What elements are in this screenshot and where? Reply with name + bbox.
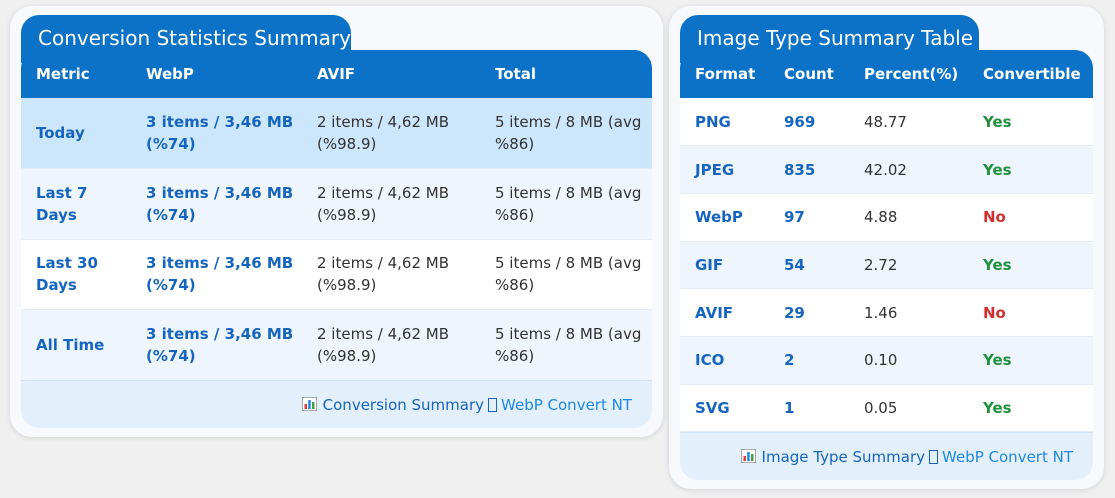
- percent-cell: 0.05: [864, 398, 898, 417]
- image-type-card: Format Count Percent(%) Convertible PNG 9…: [680, 50, 1093, 480]
- avif-cell: 2 items / 4,62 MB (%98.9): [317, 254, 450, 295]
- image-type-table: Format Count Percent(%) Convertible PNG 9…: [680, 50, 1093, 432]
- footer-brand: WebP Convert NT: [942, 448, 1073, 466]
- count-cell: 835: [784, 160, 816, 179]
- bar-chart-icon: [740, 449, 756, 463]
- percent-cell: 4.88: [864, 208, 898, 227]
- count-cell: 54: [784, 255, 805, 274]
- conversion-statistics-table: Metric WebP AVIF Total Today 3 items / 3,…: [21, 50, 652, 381]
- percent-cell: 1.46: [864, 303, 898, 322]
- format-cell: WebP: [695, 208, 743, 227]
- column-header-convertible: Convertible: [983, 65, 1081, 83]
- convertible-cell: Yes: [983, 398, 1012, 417]
- table-row: GIF 54 2.72 Yes: [680, 241, 1093, 289]
- webp-cell: 3 items / 3,46 MB (%74): [146, 183, 294, 224]
- convertible-cell: Yes: [983, 255, 1012, 274]
- count-cell: 969: [784, 112, 816, 131]
- count-cell: 29: [784, 303, 805, 322]
- format-cell: ICO: [695, 351, 725, 370]
- table-row: PNG 969 48.77 Yes: [680, 98, 1093, 146]
- table-row: ICO 2 0.10 Yes: [680, 336, 1093, 385]
- count-cell: 97: [784, 208, 805, 227]
- table-row: Last 30 Days 3 items / 3,46 MB (%74) 2 ite…: [21, 239, 652, 310]
- table-row: Last 7 Days 3 items / 3,46 MB (%74) 2 item…: [21, 168, 652, 239]
- convertible-cell: No: [983, 303, 1006, 322]
- total-cell: 5 items / 8 MB (avg %86): [495, 324, 642, 365]
- format-cell: AVIF: [695, 303, 734, 322]
- avif-cell: 2 items / 4,62 MB (%98.9): [317, 113, 450, 153]
- count-cell: 2: [784, 351, 795, 370]
- convertible-cell: No: [983, 208, 1006, 227]
- total-cell: 5 items / 8 MB (avg %86): [495, 254, 642, 295]
- metric-cell: Today: [36, 124, 85, 142]
- panel-title-tab: Conversion Statistics Summary: [21, 15, 351, 63]
- count-cell: 1: [784, 398, 795, 417]
- table-row: WebP 97 4.88 No: [680, 193, 1093, 242]
- convertible-cell: Yes: [983, 351, 1012, 370]
- conversion-summary-footer: Conversion Summary WebP Convert NT: [21, 380, 652, 428]
- format-cell: GIF: [695, 255, 724, 274]
- metric-cell: Last 30 Days: [36, 254, 98, 295]
- format-cell: JPEG: [695, 160, 735, 179]
- conversion-statistics-panel: Metric WebP AVIF Total Today 3 items / 3,…: [10, 6, 663, 437]
- avif-cell: 2 items / 4,62 MB (%98.9): [317, 183, 450, 224]
- footer-label: Image Type Summary: [761, 448, 926, 466]
- percent-cell: 42.02: [864, 160, 907, 179]
- conversion-statistics-card: Metric WebP AVIF Total Today 3 items / 3,…: [21, 50, 652, 428]
- table-row: JPEG 835 42.02 Yes: [680, 145, 1093, 194]
- format-cell: PNG: [695, 112, 731, 131]
- webp-cell: 3 items / 3,46 MB (%74): [146, 254, 294, 295]
- metric-cell: Last 7 Days: [36, 183, 88, 224]
- avif-cell: 2 items / 4,62 MB (%98.9): [317, 324, 450, 365]
- column-header-total: Total: [495, 65, 536, 83]
- footer-brand: WebP Convert NT: [501, 396, 632, 414]
- separator-glyph-icon: [929, 450, 939, 464]
- total-cell: 5 items / 8 MB (avg %86): [495, 183, 642, 224]
- percent-cell: 48.77: [864, 112, 907, 131]
- webp-cell: 3 items / 3,46 MB (%74): [146, 113, 294, 153]
- footer-label: Conversion Summary: [322, 396, 485, 414]
- image-type-panel: Format Count Percent(%) Convertible PNG 9…: [669, 6, 1104, 489]
- convertible-cell: Yes: [983, 112, 1012, 131]
- panel-title-tab: Image Type Summary Table: [680, 15, 979, 63]
- total-cell: 5 items / 8 MB (avg %86): [495, 113, 642, 153]
- table-row: All Time 3 items / 3,46 MB (%74) 2 items /…: [21, 309, 652, 380]
- metric-cell: All Time: [36, 335, 105, 354]
- webp-cell: 3 items / 3,46 MB (%74): [146, 324, 294, 365]
- bar-chart-icon: [301, 397, 317, 411]
- table-row: AVIF 29 1.46 No: [680, 288, 1093, 337]
- image-type-summary-footer: Image Type Summary WebP Convert NT: [680, 432, 1093, 480]
- table-row: SVG 1 0.05 Yes: [680, 384, 1093, 432]
- percent-cell: 2.72: [864, 255, 898, 274]
- percent-cell: 0.10: [864, 351, 898, 370]
- table-row: Today 3 items / 3,46 MB (%74) 2 items / 4,…: [21, 98, 652, 169]
- separator-glyph-icon: [488, 398, 498, 412]
- convertible-cell: Yes: [983, 160, 1012, 179]
- format-cell: SVG: [695, 398, 730, 417]
